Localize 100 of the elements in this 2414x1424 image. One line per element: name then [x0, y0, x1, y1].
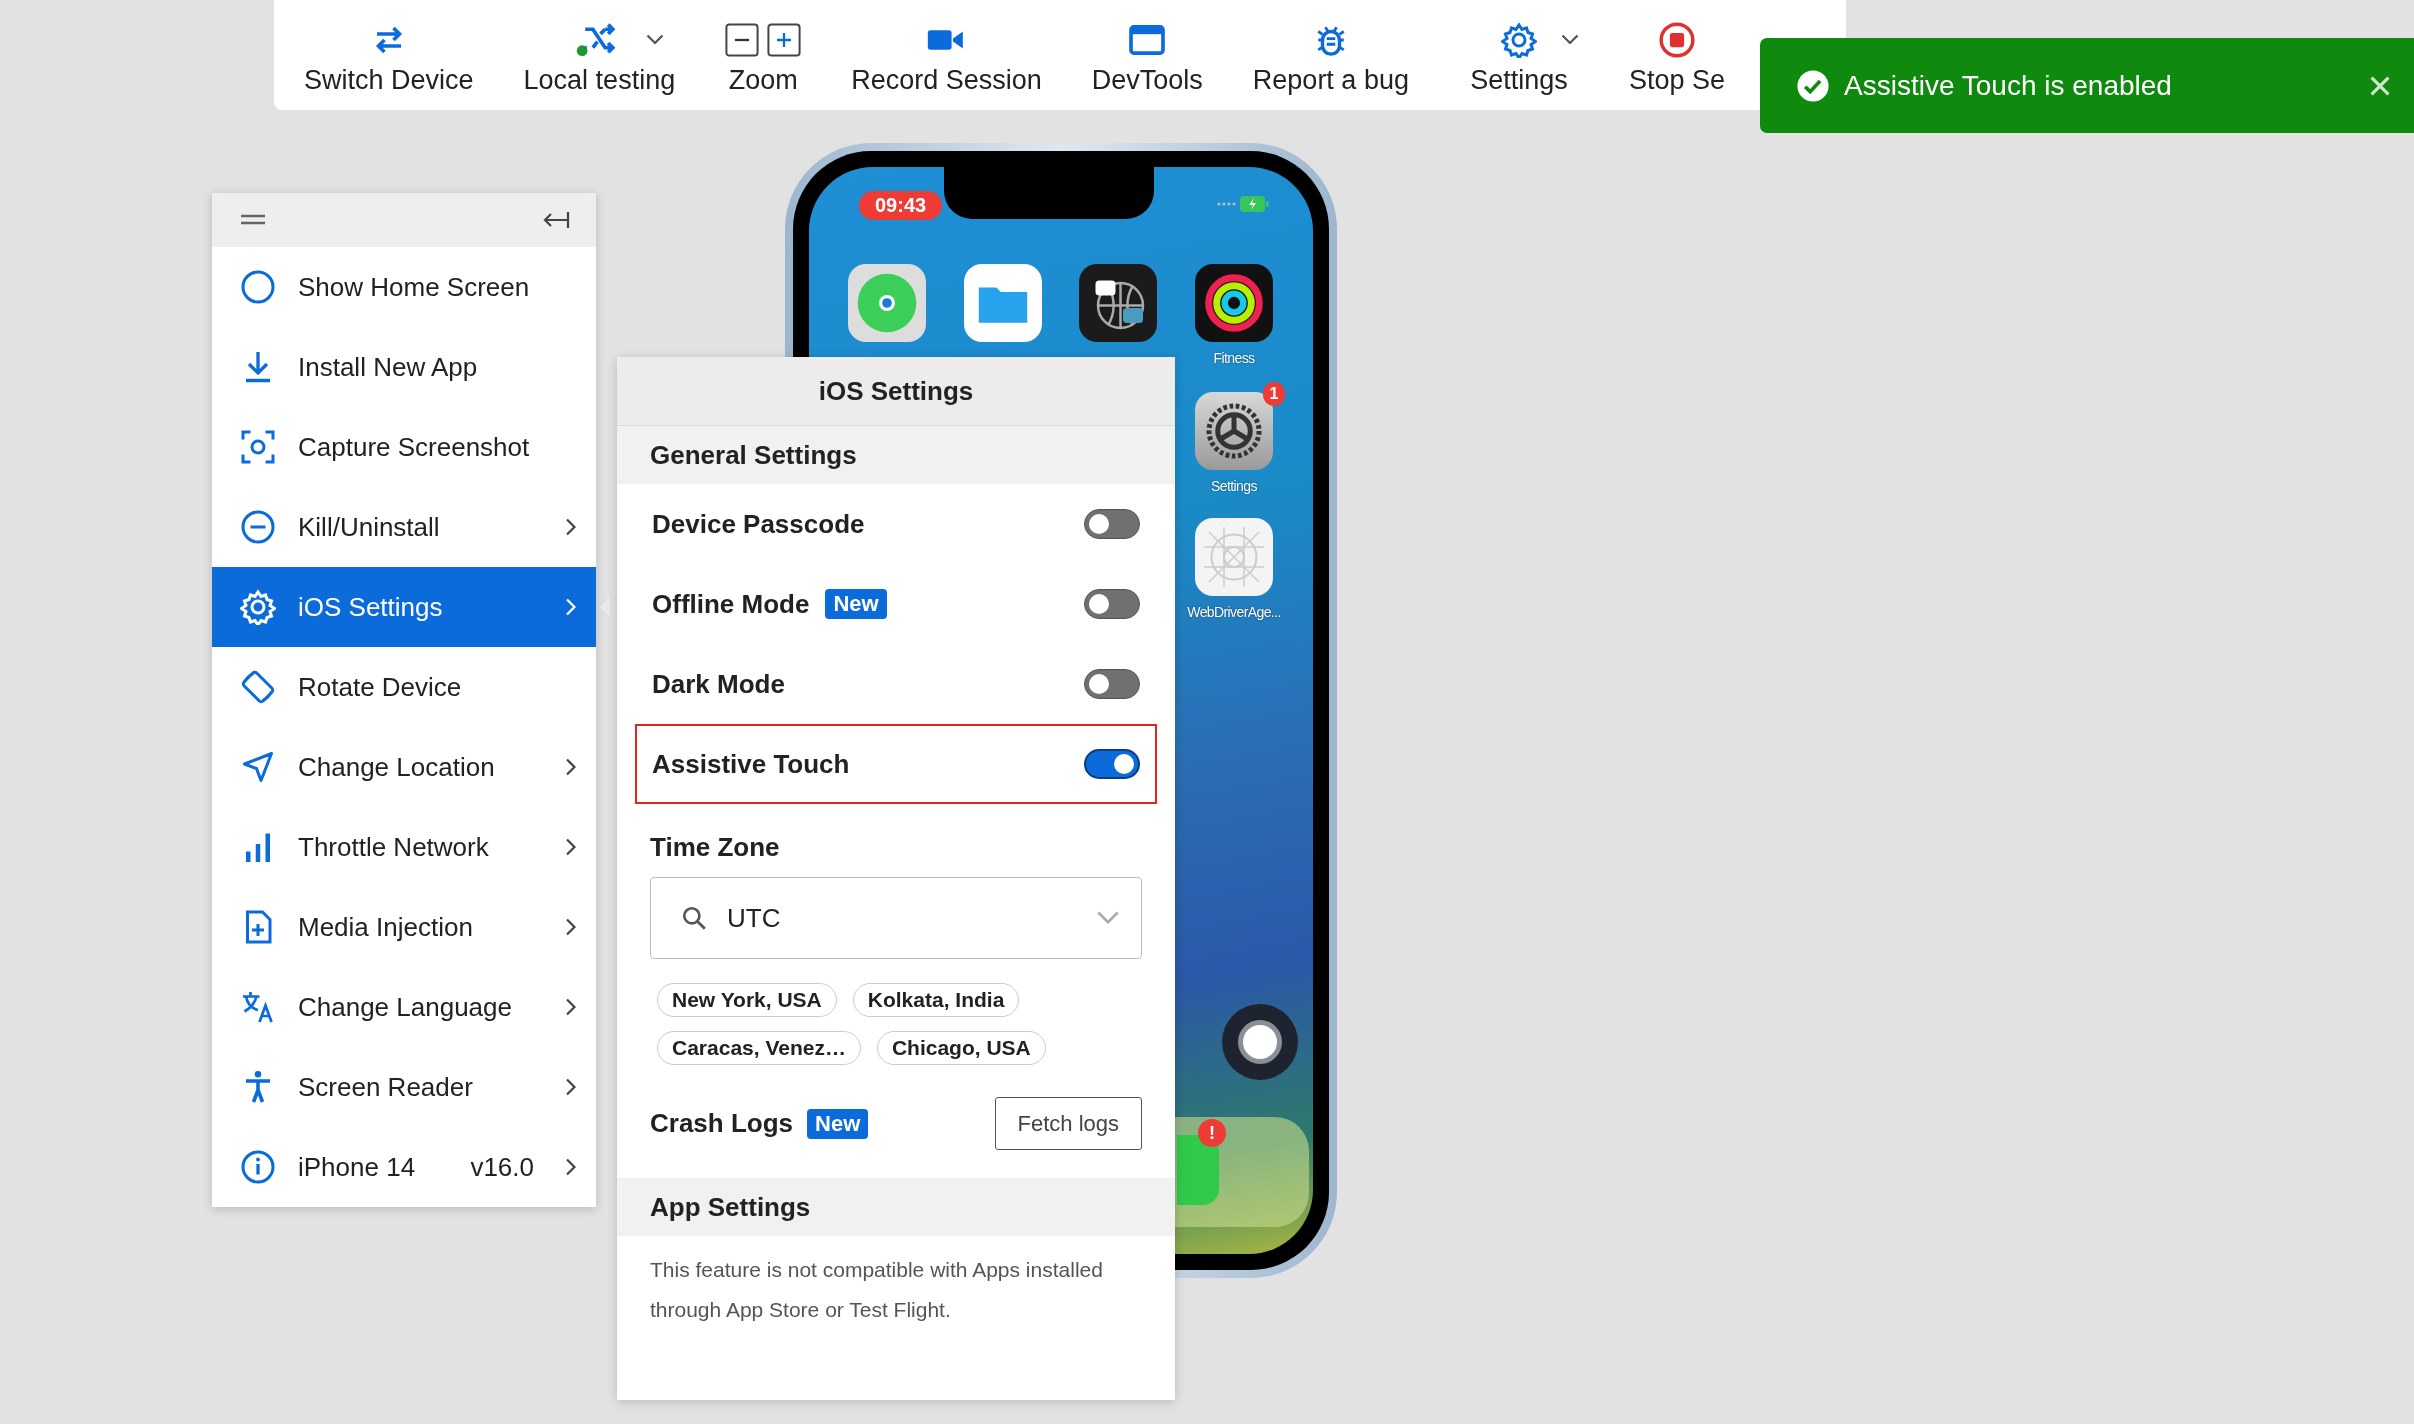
menu-label: Capture Screenshot	[298, 431, 531, 463]
menu-item[interactable]: iPhone 14 v16.0	[212, 1127, 596, 1207]
setting-label: Device Passcode	[652, 508, 865, 540]
toolbar-button[interactable]: Switch Device	[304, 65, 474, 96]
menu-item[interactable]: Show Home Screen	[212, 247, 596, 327]
location-arrow-icon	[240, 749, 276, 785]
radar-app-icon[interactable]	[848, 264, 926, 342]
zoom-out-icon	[725, 23, 760, 57]
section-heading: App Settings	[650, 1191, 811, 1223]
setting-label: Dark Mode	[652, 668, 785, 700]
toggle-switch[interactable]	[1084, 589, 1140, 619]
menu-item[interactable]: Capture Screenshot	[212, 407, 596, 487]
menu-item[interactable]: Throttle Network	[212, 807, 596, 887]
chevron-right-icon	[564, 998, 576, 1016]
compatibility-note: This feature is not compatible with Apps installed through App Store or Test Flight.	[650, 1258, 1103, 1321]
toolbar-button[interactable]: Record Session	[851, 65, 1042, 96]
rotate-device-icon	[240, 669, 276, 705]
screenshot-icon	[240, 429, 276, 465]
collapse-button[interactable]	[542, 210, 570, 230]
new-badge: New	[807, 1108, 869, 1139]
menu-label: Screen Reader	[298, 1071, 474, 1103]
stop-record-icon	[1657, 21, 1696, 59]
status-time: 09:43	[859, 191, 943, 220]
toolbar-button[interactable]: Local testing	[523, 65, 676, 96]
drag-handle[interactable]	[240, 214, 266, 226]
time-zone-search-field[interactable]: UTC	[650, 877, 1142, 959]
app-label: WebDriverAge...	[1186, 604, 1282, 620]
menu-label: Show Home Screen	[298, 271, 531, 303]
menu-item[interactable]: Screen Reader	[212, 1047, 596, 1127]
toolbar-button[interactable]: Settings	[1470, 65, 1568, 96]
menu-item[interactable]: Install New App	[212, 327, 596, 407]
menu-label: Change Location	[298, 751, 496, 783]
rings-app-icon[interactable]	[1195, 264, 1273, 342]
toast-message: Assistive Touch is enabled	[1844, 69, 2173, 102]
toolbar-button[interactable]: Stop Se	[1628, 65, 1725, 96]
placeholder-app-icon[interactable]	[1195, 518, 1273, 596]
toggle-switch[interactable]	[1084, 509, 1140, 539]
setting-label: Assistive Touch	[652, 748, 850, 780]
time-zone-chip[interactable]: Chicago, USA	[876, 1031, 1046, 1065]
caret-down-icon	[1560, 34, 1579, 46]
gear-icon	[1204, 401, 1264, 461]
toggle-switch[interactable]	[1084, 749, 1140, 779]
menu-label: Install New App	[298, 351, 479, 383]
menu-item[interactable]: Rotate Device	[212, 647, 596, 727]
drag-handle-icon	[240, 214, 266, 226]
toolbar-button[interactable]: DevTools	[1091, 65, 1203, 96]
chevron-right-icon	[564, 918, 576, 936]
gear-icon	[1500, 22, 1537, 58]
app-label: Fitness	[1212, 350, 1256, 366]
chevron-down-icon	[1097, 911, 1119, 925]
menu-label: Throttle Network	[298, 831, 490, 863]
chevron-right-icon	[564, 758, 576, 776]
time-zone-chip[interactable]: Caracas, Venez…	[657, 1031, 861, 1065]
radar-icon	[855, 271, 919, 335]
circle-icon	[240, 269, 276, 305]
setting-label: Time Zone	[650, 832, 780, 862]
folder-app-icon[interactable]	[964, 264, 1042, 342]
caret-down-icon	[646, 34, 665, 46]
collapse-arrow-icon	[542, 210, 570, 230]
menu-item[interactable]: Kill/Uninstall	[212, 487, 596, 567]
time-zone-chip[interactable]: Kolkata, India	[852, 983, 1020, 1017]
signal-dots-icon	[1217, 201, 1237, 207]
menu-label: Kill/Uninstall	[298, 511, 441, 543]
menu-item[interactable]: Change Location	[212, 727, 596, 807]
check-circle-icon	[1796, 68, 1830, 103]
section-heading: General Settings	[650, 439, 857, 471]
toolbar-button[interactable]: Report a bug	[1252, 65, 1409, 96]
setting-label: Offline Mode	[652, 588, 810, 620]
activity-rings-icon	[1202, 271, 1266, 335]
gear-icon	[240, 589, 276, 625]
time-zone-chip[interactable]: New York, USA	[657, 983, 837, 1017]
menu-item[interactable]: Change Language	[212, 967, 596, 1047]
search-icon	[681, 905, 707, 931]
app-label: Settings	[1210, 478, 1258, 494]
menu-label: Media Injection	[298, 911, 474, 943]
chevron-right-icon	[564, 838, 576, 856]
translate-app-icon[interactable]	[1079, 264, 1157, 342]
grid-icon	[1204, 527, 1264, 587]
version-text: v16.0	[470, 1151, 534, 1183]
notification-badge: 1	[1263, 382, 1285, 406]
menu-label: iPhone 14	[298, 1151, 417, 1183]
panel-title: iOS Settings	[818, 375, 974, 407]
fetch-logs-button[interactable]: Fetch logs	[994, 1097, 1142, 1150]
new-badge: New	[825, 589, 887, 619]
battery-charging-icon	[1239, 195, 1269, 213]
menu-label: iOS Settings	[298, 591, 444, 623]
notification-badge: !	[1198, 1119, 1226, 1147]
menu-item[interactable]: Media Injection	[212, 887, 596, 967]
toggle-switch[interactable]	[1084, 669, 1140, 699]
chevron-right-icon	[564, 518, 576, 536]
chevron-right-icon	[564, 1158, 576, 1176]
chevron-right-icon	[564, 598, 576, 616]
chevron-right-icon	[564, 1078, 576, 1096]
setting-label: Crash Logs	[650, 1108, 794, 1139]
browser-window-icon	[1128, 24, 1167, 56]
menu-label: Change Language	[298, 991, 513, 1023]
minus-circle-icon	[240, 509, 276, 545]
toolbar-button[interactable]: Zoom	[728, 65, 798, 96]
translate-icon	[240, 989, 276, 1025]
info-icon	[240, 1149, 276, 1185]
